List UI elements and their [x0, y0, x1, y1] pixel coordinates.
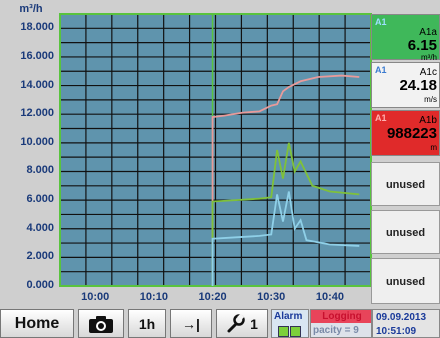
time-range-button[interactable]: 1h — [128, 309, 166, 338]
series-line-1 — [211, 74, 360, 286]
alarm-led-1 — [278, 326, 289, 337]
time-range-label: 1h — [138, 315, 156, 332]
x-tick-label: 10:40 — [315, 291, 344, 303]
y-tick-label: 12.000 — [20, 107, 54, 120]
channel-tile-a1c[interactable]: A1 A1c 24.18 m/s — [371, 62, 440, 108]
channel-value: 6.15 — [407, 37, 437, 54]
channel-tile-a1a[interactable]: A1 A1a 6.15 m³/h — [371, 14, 440, 62]
y-tick-label: 16.000 — [20, 49, 54, 62]
logging-status-top: Logging — [311, 310, 371, 323]
channel-unit: m/s — [424, 95, 437, 104]
unused-slot-3[interactable]: unused — [371, 258, 440, 304]
logging-status-bottom: pacity = 9 — [313, 325, 359, 336]
alarm-label: Alarm — [274, 311, 303, 322]
x-tick-label: 10:30 — [257, 291, 286, 303]
x-tick-label: 10:00 — [81, 291, 110, 303]
home-label: Home — [14, 314, 60, 332]
alarm-indicator[interactable]: Alarm — [271, 309, 309, 338]
unused-slot-2[interactable]: unused — [371, 210, 440, 254]
camera-icon — [89, 315, 113, 333]
y-tick-label: 10.000 — [20, 135, 54, 148]
y-tick-label: 8.000 — [26, 164, 54, 177]
y-tick-label: 4.000 — [26, 221, 54, 234]
channel-tile-a1b[interactable]: A1 A1b 988223 m — [371, 110, 440, 156]
y-tick-label: 14.000 — [20, 78, 54, 91]
channel-tag: A1 — [375, 65, 387, 75]
channel-tag: A1 — [375, 17, 387, 27]
channel-unit: m — [430, 143, 437, 152]
x-tick-label: 10:10 — [139, 291, 168, 303]
alarm-led-2 — [290, 326, 301, 337]
wrench-icon — [227, 313, 245, 332]
unused-slot-1[interactable]: unused — [371, 162, 440, 206]
datetime-display: 09.09.2013 10:51:09 — [372, 309, 440, 338]
jump-label: →| — [182, 315, 200, 332]
snapshot-button[interactable] — [78, 309, 124, 338]
channel-value: 988223 — [386, 125, 437, 142]
channel-unit: m³/h — [421, 53, 437, 62]
time-text: 10:51:09 — [376, 326, 417, 337]
jump-to-end-button[interactable]: →| — [170, 309, 212, 338]
tool-count: 1 — [250, 315, 258, 332]
channel-value: 24.18 — [399, 77, 437, 94]
y-tick-label: 6.000 — [26, 193, 54, 206]
x-tick-label: 10:20 — [198, 291, 227, 303]
date-text: 09.09.2013 — [376, 312, 427, 323]
y-tick-label: 2.000 — [26, 250, 54, 263]
screen: m³/h 18.000 16.000 14.000 12.000 10.000 8.000… — [0, 0, 440, 338]
channel-tag: A1 — [375, 113, 387, 123]
y-tick-label: 18.000 — [20, 21, 54, 34]
unit-label: m³/h — [19, 3, 43, 15]
home-button[interactable]: Home — [0, 309, 74, 338]
y-tick-label: 0.000 — [26, 279, 54, 291]
tool-button[interactable]: 1 — [216, 309, 268, 338]
logging-status: Logging pacity = 9 — [310, 309, 372, 338]
